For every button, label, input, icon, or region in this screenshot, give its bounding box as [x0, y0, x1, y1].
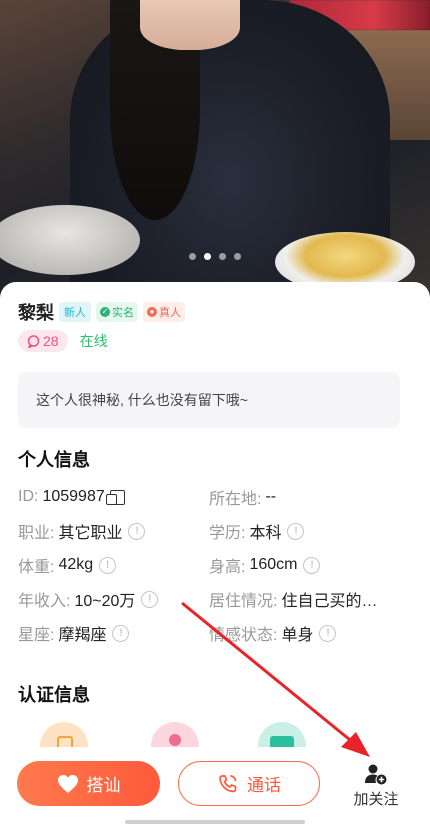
info-row: 星座: 摩羯座 ! 情感状态: 单身 !: [18, 616, 418, 650]
info-value: 160cm: [249, 556, 298, 573]
info-value: 本科: [249, 525, 282, 542]
info-icon[interactable]: !: [287, 522, 305, 540]
info-cell-relationship: 情感状态: 单身 !: [209, 621, 400, 645]
pager-dot[interactable]: [219, 253, 226, 260]
info-value: 其它职业: [58, 525, 123, 542]
info-cell-height: 身高: 160cm !: [209, 553, 400, 577]
name-row: 黎梨 新人 ✓ 实名 ● 真人: [18, 299, 185, 325]
info-cell-location: 所在地: --: [209, 485, 400, 509]
verified-badge: ✓ 实名: [96, 302, 138, 322]
follow-button[interactable]: 加关注: [345, 763, 407, 809]
info-label: 职业:: [18, 525, 55, 542]
online-status: 在线: [79, 333, 108, 349]
info-value: 住自己买的…: [281, 593, 378, 610]
pager-dot[interactable]: [189, 253, 196, 260]
info-cell-occupation: 职业: 其它职业 !: [18, 519, 209, 543]
pager-dot-active[interactable]: [204, 253, 211, 260]
home-indicator: [125, 820, 305, 824]
info-label: 所在地:: [209, 491, 262, 508]
bio-box: 这个人很神秘, 什么也没有留下哦~: [18, 372, 400, 428]
follow-label: 加关注: [353, 791, 399, 808]
info-icon[interactable]: !: [319, 624, 337, 642]
new-badge: 新人: [59, 302, 91, 322]
personal-info-title: 个人信息: [18, 450, 90, 470]
greet-button[interactable]: 搭讪: [17, 761, 160, 806]
info-label: 体重:: [18, 559, 55, 576]
photo-face: [140, 0, 240, 50]
real-person-icon: ●: [147, 307, 157, 317]
bottom-action-bar: 搭讪 通话 加关注: [0, 747, 430, 825]
call-button[interactable]: 通话: [178, 761, 320, 806]
profile-photo[interactable]: [0, 0, 430, 300]
info-label: 身高:: [209, 559, 246, 576]
profile-card: 黎梨 新人 ✓ 实名 ● 真人 28 在线 这个人很神秘, 什么也没有留下哦~ …: [0, 282, 430, 825]
info-row: 职业: 其它职业 ! 学历: 本科 !: [18, 514, 418, 548]
user-name: 黎梨: [18, 303, 54, 323]
info-icon[interactable]: !: [128, 522, 146, 540]
info-label: ID:: [18, 488, 39, 505]
certification-title: 认证信息: [18, 685, 90, 705]
info-icon[interactable]: !: [141, 590, 159, 608]
check-icon: ✓: [100, 307, 110, 317]
info-value: --: [265, 488, 277, 505]
info-row: ID: 1059987 所在地: --: [18, 480, 418, 514]
message-count: 28: [43, 333, 59, 349]
greet-label: 搭讪: [86, 776, 121, 795]
info-value: 10~20万: [74, 593, 136, 610]
info-value: 单身: [281, 627, 314, 644]
info-label: 年收入:: [18, 593, 71, 610]
heart-icon: [57, 774, 78, 793]
message-count-pill: 28: [18, 330, 68, 352]
info-icon[interactable]: !: [112, 624, 130, 642]
pager-dot[interactable]: [234, 253, 241, 260]
call-label: 通话: [247, 776, 281, 795]
info-cell-education: 学历: 本科 !: [209, 519, 400, 543]
info-row: 年收入: 10~20万 ! 居住情况: 住自己买的…: [18, 582, 418, 616]
info-label: 情感状态:: [209, 627, 278, 644]
real-person-label: 真人: [159, 307, 181, 319]
personal-info-grid: ID: 1059987 所在地: -- 职业: 其它职业 ! 学历: 本科 !: [18, 480, 418, 650]
info-cell-housing: 居住情况: 住自己买的…: [209, 587, 400, 611]
info-row: 体重: 42kg ! 身高: 160cm !: [18, 548, 418, 582]
info-icon[interactable]: !: [99, 556, 117, 574]
info-value: 摩羯座: [58, 627, 107, 644]
info-cell-id: ID: 1059987: [18, 488, 209, 506]
info-icon[interactable]: !: [303, 556, 321, 574]
copy-icon[interactable]: [105, 489, 125, 505]
info-cell-weight: 体重: 42kg !: [18, 553, 209, 577]
phone-icon: [219, 774, 237, 792]
info-value: 1059987: [42, 488, 105, 505]
info-cell-zodiac: 星座: 摩羯座 !: [18, 621, 209, 645]
add-user-icon: [365, 764, 387, 785]
certification-icons: [0, 722, 430, 770]
info-label: 学历:: [209, 525, 246, 542]
meta-row: 28 在线: [18, 330, 108, 352]
verified-label: 实名: [112, 307, 134, 319]
photo-pager[interactable]: [0, 253, 430, 260]
info-label: 星座:: [18, 627, 55, 644]
info-label: 居住情况:: [209, 593, 278, 610]
info-value: 42kg: [58, 556, 94, 573]
info-cell-income: 年收入: 10~20万 !: [18, 587, 209, 611]
real-person-badge: ● 真人: [143, 302, 185, 322]
chat-bubble-icon: [27, 334, 40, 348]
